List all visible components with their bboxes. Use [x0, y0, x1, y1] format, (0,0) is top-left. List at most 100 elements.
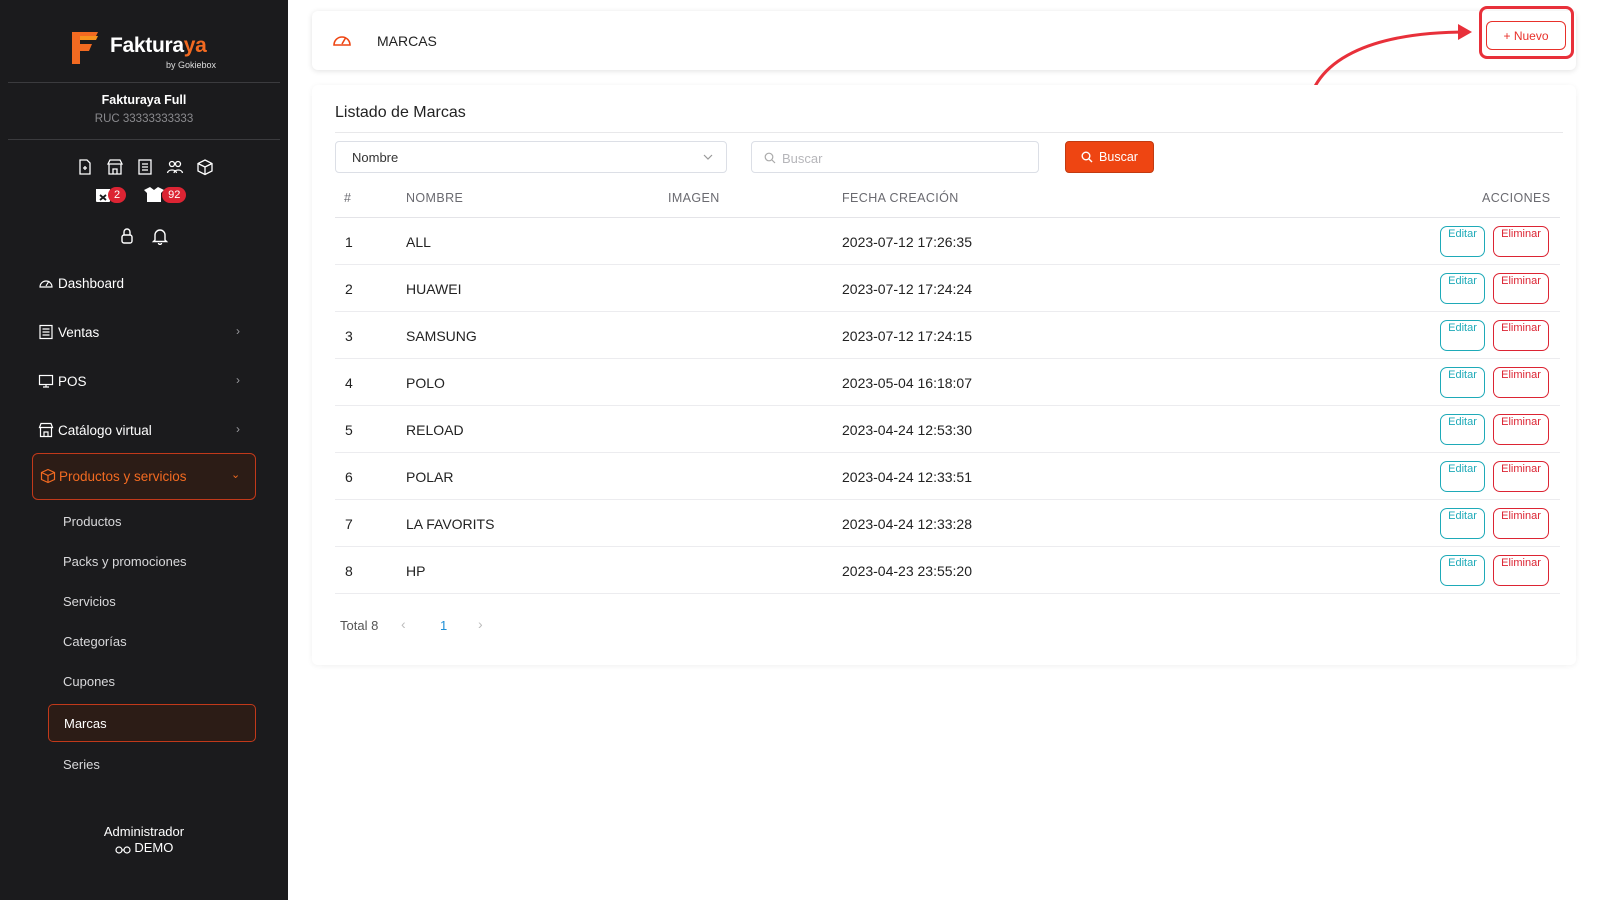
nav-productos-servicios[interactable]: Productos y servicios ⌄ [32, 453, 256, 500]
delete-button[interactable]: Eliminar [1493, 555, 1549, 586]
calendar-alert[interactable]: 2 [94, 186, 127, 204]
receipt-icon[interactable] [136, 158, 154, 176]
receipt-icon [39, 324, 53, 340]
delete-button[interactable]: Eliminar [1493, 367, 1549, 398]
pagination-page-1[interactable]: 1 [440, 618, 447, 633]
row-name: ALL [406, 234, 431, 250]
subnav-packs-promociones[interactable]: Packs y promociones [63, 554, 187, 569]
row-date: 2023-07-12 17:26:35 [842, 234, 972, 250]
subnav-series[interactable]: Series [63, 757, 100, 772]
edit-button[interactable]: Editar [1440, 226, 1485, 257]
filter-select[interactable]: Nombre [335, 141, 727, 173]
new-brand-button[interactable]: + Nuevo [1486, 21, 1566, 50]
table-row: 8 HP 2023-04-23 23:55:20 Editar Eliminar [335, 547, 1560, 594]
list-title: Listado de Marcas [335, 104, 466, 121]
nav-dashboard[interactable]: Dashboard [38, 275, 124, 291]
delete-button[interactable]: Eliminar [1493, 461, 1549, 492]
box-icon[interactable] [196, 158, 214, 176]
user-role: Administrador [103, 824, 185, 839]
filter-select-value: Nombre [352, 150, 399, 165]
column-header-nombre[interactable]: NOMBRE [406, 191, 463, 205]
table-row: 3 SAMSUNG 2023-07-12 17:24:15 Editar Elimina… [335, 312, 1560, 359]
edit-button[interactable]: Editar [1440, 273, 1485, 304]
gauge-icon [39, 280, 53, 288]
nav-pos[interactable]: POS [38, 373, 87, 389]
subnav-marcas[interactable]: Marcas [48, 704, 256, 742]
quick-actions [76, 158, 214, 176]
nav-catalogo-virtual[interactable]: Catálogo virtual [38, 422, 152, 438]
utility-icons [119, 227, 169, 245]
user-name-row[interactable]: DEMO [0, 840, 288, 855]
chevron-down-icon [703, 154, 713, 160]
pagination-prev-button[interactable]: ‹ [401, 616, 406, 632]
document-icon[interactable] [76, 158, 94, 176]
row-name: POLO [406, 375, 445, 391]
delete-button[interactable]: Eliminar [1493, 508, 1549, 539]
brand-logo-icon [72, 32, 98, 64]
edit-button[interactable]: Editar [1440, 367, 1485, 398]
lock-icon[interactable] [119, 227, 135, 245]
users-icon[interactable] [166, 158, 184, 176]
store-icon[interactable] [106, 158, 124, 176]
glasses-icon [115, 845, 131, 854]
subnav-cupones[interactable]: Cupones [63, 674, 115, 689]
delete-button[interactable]: Eliminar [1493, 226, 1549, 257]
row-number: 8 [345, 563, 353, 579]
row-date: 2023-07-12 17:24:15 [842, 328, 972, 344]
box-alert[interactable]: 92 [142, 186, 187, 204]
company-ruc: RUC 33333333333 [94, 113, 194, 125]
delete-button[interactable]: Eliminar [1493, 273, 1549, 304]
search-icon [1081, 151, 1093, 163]
box-count-badge: 92 [162, 187, 187, 203]
table-row: 7 LA FAVORITS 2023-04-24 12:33:28 Editar Eli… [335, 500, 1560, 547]
column-header-fecha[interactable]: FECHA CREACIÓN [842, 191, 959, 205]
divider [8, 82, 280, 83]
subnav-categorias[interactable]: Categorías [63, 634, 127, 649]
pagination-next-button[interactable]: › [478, 616, 483, 632]
row-number: 3 [345, 328, 353, 344]
nav-label: POS [58, 373, 87, 389]
edit-button[interactable]: Editar [1440, 461, 1485, 492]
row-date: 2023-04-23 23:55:20 [842, 563, 972, 579]
subnav-productos[interactable]: Productos [63, 514, 122, 529]
row-number: 4 [345, 375, 353, 391]
edit-button[interactable]: Editar [1440, 320, 1485, 351]
edit-button[interactable]: Editar [1440, 555, 1485, 586]
monitor-icon [38, 374, 54, 388]
box-icon [40, 468, 56, 484]
bell-icon[interactable] [151, 227, 169, 245]
search-field[interactable] [751, 141, 1039, 173]
table-row: 6 POLAR 2023-04-24 12:33:51 Editar Eliminar [335, 453, 1560, 500]
row-name: HUAWEI [406, 281, 462, 297]
row-date: 2023-04-24 12:53:30 [842, 422, 972, 438]
calendar-count-badge: 2 [108, 187, 127, 203]
row-date: 2023-05-04 16:18:07 [842, 375, 972, 391]
sidebar: Fakturaya by Gokiebox Fakturaya Full RUC… [0, 0, 288, 900]
row-number: 2 [345, 281, 353, 297]
nav-label: Dashboard [58, 275, 125, 291]
nav-ventas[interactable]: Ventas [38, 324, 99, 340]
nav-label: Catálogo virtual [58, 422, 152, 438]
brand-logo[interactable]: Fakturaya by Gokiebox [68, 26, 218, 72]
search-input[interactable] [782, 148, 1022, 168]
row-name: RELOAD [406, 422, 464, 438]
store-icon [38, 422, 54, 438]
chevron-right-icon: › [236, 324, 240, 338]
column-header-acciones: ACCIONES [1482, 191, 1551, 205]
edit-button[interactable]: Editar [1440, 414, 1485, 445]
search-button[interactable]: Buscar [1065, 141, 1154, 173]
divider [335, 132, 1563, 133]
subnav-label: Marcas [64, 716, 107, 731]
chevron-down-icon: ⌄ [231, 469, 241, 481]
nav-label: Ventas [58, 324, 100, 340]
delete-button[interactable]: Eliminar [1493, 414, 1549, 445]
user-name: DEMO [134, 840, 174, 855]
delete-button[interactable]: Eliminar [1493, 320, 1549, 351]
edit-button[interactable]: Editar [1440, 508, 1485, 539]
search-button-label: Buscar [1099, 150, 1138, 164]
subnav-servicios[interactable]: Servicios [63, 594, 116, 609]
nav-active-label: Productos y servicios [40, 468, 187, 484]
pagination-total: Total 8 [340, 618, 379, 633]
table-row: 2 HUAWEI 2023-07-12 17:24:24 Editar Eliminar [335, 265, 1560, 312]
notification-badges: 2 92 [94, 186, 187, 204]
